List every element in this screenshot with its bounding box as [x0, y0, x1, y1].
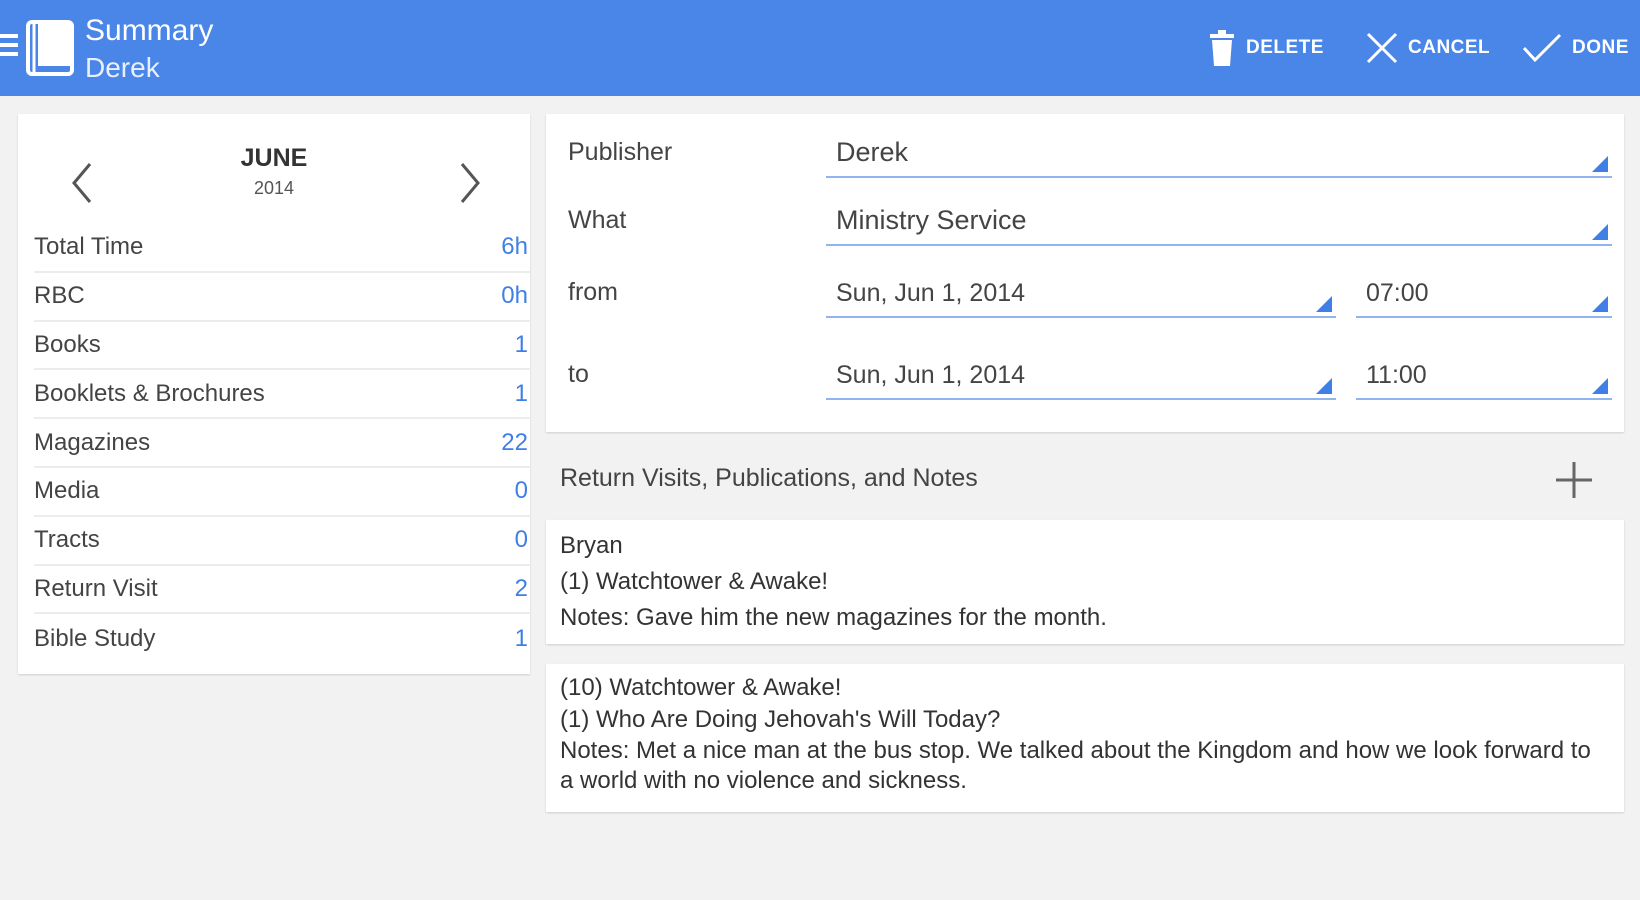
publisher-label: Publisher: [568, 138, 673, 166]
cancel-label: CANCEL: [1408, 37, 1491, 58]
cancel-button[interactable]: CANCEL: [1366, 22, 1490, 74]
menu-icon[interactable]: [0, 34, 18, 60]
note-contact: Bryan: [560, 532, 623, 559]
stat-row-books: Books 1: [34, 322, 532, 371]
year-label: 2014: [253, 178, 295, 198]
stat-value: 1: [514, 624, 528, 652]
note-publication: (1) Who Are Doing Jehovah's Will Today?: [560, 706, 1001, 733]
stat-value: 1: [514, 330, 528, 358]
note-publication: (10) Watchtower & Awake!: [560, 674, 842, 701]
stat-row-total-time: Total Time 6h: [34, 224, 532, 273]
notes-section-header: Return Visits, Publications, and Notes: [546, 448, 1624, 512]
chevron-right-icon[interactable]: [456, 158, 486, 208]
stat-row-magazines: Magazines 22: [34, 419, 532, 468]
stat-label: Bible Study: [34, 624, 156, 652]
dropdown-corner-icon: [1316, 378, 1332, 394]
stat-label: Tracts: [34, 526, 100, 554]
to-label: to: [568, 360, 589, 388]
what-value: Ministry Service: [836, 205, 1027, 235]
note-item[interactable]: (10) Watchtower & Awake! (1) Who Are Doi…: [546, 664, 1624, 812]
stat-label: Magazines: [34, 428, 151, 456]
stat-label: Booklets & Brochures: [34, 379, 265, 407]
delete-button[interactable]: DELETE: [1208, 22, 1324, 74]
from-label: from: [568, 278, 618, 306]
stat-label: RBC: [34, 282, 85, 310]
from-date-value: Sun, Jun 1, 2014: [836, 279, 1026, 307]
monthly-summary-card: JUNE 2014 Total Time 6h RBC 0h Books 1 B…: [18, 114, 532, 674]
stat-label: Return Visit: [34, 574, 158, 602]
notes-section-title: Return Visits, Publications, and Notes: [560, 464, 978, 492]
what-dropdown[interactable]: Ministry Service: [826, 202, 1612, 246]
done-button[interactable]: DONE: [1522, 22, 1629, 74]
delete-label: DELETE: [1246, 37, 1324, 58]
dropdown-corner-icon: [1592, 296, 1608, 312]
what-label: What: [568, 206, 627, 234]
done-label: DONE: [1572, 37, 1629, 58]
close-icon: [1366, 32, 1398, 64]
stat-value: 0: [514, 526, 528, 554]
stat-label: Books: [34, 330, 101, 358]
title-block: Summary Derek: [85, 12, 213, 86]
note-item[interactable]: Bryan (1) Watchtower & Awake! Notes: Gav…: [546, 520, 1624, 644]
page-subtitle: Derek: [85, 52, 160, 83]
note-text: Notes: Met a nice man at the bus stop. W…: [560, 737, 1591, 794]
month-label: JUNE: [240, 144, 308, 172]
app-bar: Summary Derek DELETE CANCEL DONE: [0, 0, 1640, 96]
stat-row-tracts: Tracts 0: [34, 517, 532, 566]
dropdown-corner-icon: [1592, 378, 1608, 394]
stat-label: Media: [34, 477, 100, 505]
add-icon[interactable]: [1554, 460, 1594, 500]
publisher-value: Derek: [836, 137, 909, 167]
stat-label: Total Time: [34, 233, 144, 261]
from-date-picker[interactable]: Sun, Jun 1, 2014: [826, 274, 1336, 318]
dropdown-corner-icon: [1592, 224, 1608, 240]
book-icon[interactable]: [24, 18, 76, 78]
stat-value: 2: [514, 574, 528, 602]
stats-list: Total Time 6h RBC 0h Books 1 Booklets & …: [34, 224, 532, 663]
stat-row-media: Media 0: [34, 468, 532, 517]
stat-row-return-visit: Return Visit 2: [34, 566, 532, 615]
to-time-value: 11:00: [1366, 361, 1427, 389]
stat-value: 0: [514, 477, 528, 505]
from-time-picker[interactable]: 07:00: [1356, 274, 1612, 318]
stat-value: 1: [514, 379, 528, 407]
stat-row-rbc: RBC 0h: [34, 273, 532, 322]
from-time-value: 07:00: [1366, 279, 1429, 307]
stat-row-booklets: Booklets & Brochures 1: [34, 370, 532, 420]
stat-value: 0h: [501, 282, 528, 310]
dropdown-corner-icon: [1592, 156, 1608, 172]
publisher-dropdown[interactable]: Derek: [826, 134, 1612, 178]
to-date-picker[interactable]: Sun, Jun 1, 2014: [826, 356, 1336, 400]
stat-value: 22: [501, 428, 528, 456]
note-publication: (1) Watchtower & Awake!: [560, 568, 829, 595]
stat-value: 6h: [501, 233, 528, 261]
note-text: Notes: Gave him the new magazines for th…: [560, 604, 1107, 631]
to-date-value: Sun, Jun 1, 2014: [836, 361, 1026, 389]
check-icon: [1522, 33, 1562, 63]
trash-icon: [1210, 30, 1234, 66]
page-title: Summary: [85, 14, 214, 47]
to-time-picker[interactable]: 11:00: [1356, 356, 1612, 400]
stat-row-bible-study: Bible Study 1: [34, 614, 532, 663]
entry-form-card: Publisher Derek What Ministry Service fr…: [546, 114, 1624, 432]
dropdown-corner-icon: [1316, 296, 1332, 312]
